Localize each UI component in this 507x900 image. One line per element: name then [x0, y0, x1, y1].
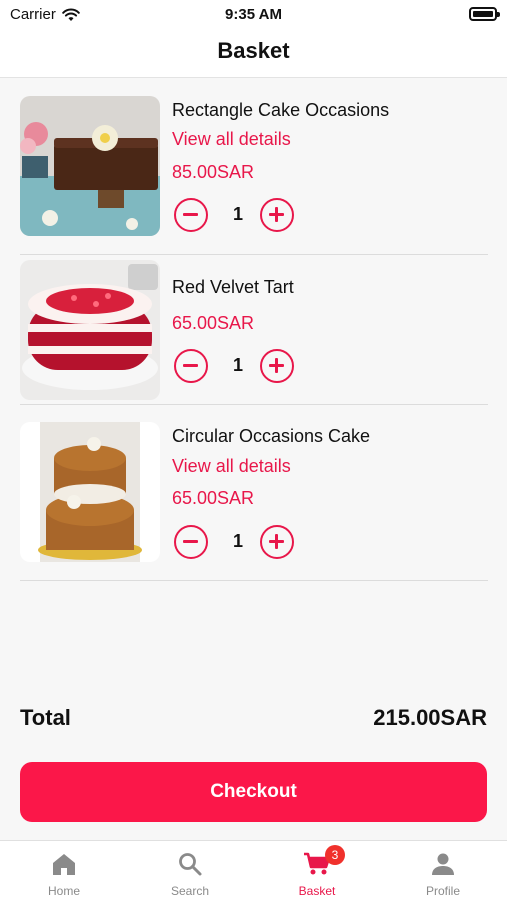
decrease-quantity-button[interactable] — [174, 525, 208, 559]
tab-home-icon-wrap — [1, 851, 127, 879]
basket-item: Rectangle Cake Occasions View all detail… — [20, 96, 488, 255]
page-title: Basket — [217, 38, 290, 63]
quantity-stepper: 1 — [172, 198, 302, 232]
battery-icon — [469, 7, 500, 21]
total-label: Total — [20, 705, 71, 730]
tab-bar: Home Search 3 Basket Profile — [0, 840, 507, 900]
minus-icon — [183, 540, 198, 543]
product-image[interactable] — [20, 96, 160, 236]
quantity-value: 1 — [232, 355, 243, 375]
minus-icon — [183, 213, 198, 216]
minus-icon — [183, 364, 198, 367]
search-icon — [179, 853, 202, 876]
tab-profile-icon-wrap — [380, 851, 506, 879]
item-name: Rectangle Cake Occasions — [172, 100, 390, 120]
tab-label: Basket — [298, 884, 336, 898]
increase-quantity-button[interactable] — [260, 198, 294, 232]
view-details-link[interactable]: View all details — [172, 129, 291, 150]
plus-icon-vertical — [275, 358, 278, 373]
item-name: Circular Occasions Cake — [172, 426, 371, 446]
tab-search-icon-wrap — [127, 851, 253, 879]
product-image[interactable] — [20, 260, 160, 400]
checkout-button[interactable]: Checkout — [20, 762, 487, 822]
quantity-value: 1 — [232, 531, 243, 551]
tab-label: Profile — [425, 884, 460, 898]
red-velvet-cake-photo — [20, 260, 160, 400]
tab-basket[interactable]: 3 Basket — [254, 841, 380, 900]
increase-quantity-button[interactable] — [260, 525, 294, 559]
quantity-value: 1 — [232, 204, 243, 224]
home-icon — [53, 854, 75, 875]
item-name: Red Velvet Tart — [172, 277, 294, 297]
basket-item: Circular Occasions Cake View all details… — [20, 422, 488, 581]
tab-search[interactable]: Search — [127, 841, 253, 900]
status-time: 9:35 AM — [225, 6, 282, 23]
tab-basket-icon-wrap — [254, 851, 380, 879]
quantity-stepper: 1 — [172, 525, 302, 559]
header: Basket — [0, 30, 507, 78]
decrease-quantity-button[interactable] — [174, 349, 208, 383]
rectangle-chocolate-cake-photo — [20, 96, 160, 236]
product-image[interactable] — [20, 422, 160, 562]
plus-icon-vertical — [275, 534, 278, 549]
increase-quantity-button[interactable] — [260, 349, 294, 383]
quantity-stepper: 1 — [172, 349, 302, 383]
tab-profile[interactable]: Profile — [380, 841, 506, 900]
person-icon — [432, 853, 454, 875]
tab-label: Home — [47, 884, 80, 898]
item-price: 85.00SAR — [172, 162, 255, 182]
plus-icon-vertical — [275, 207, 278, 222]
status-bar: Carrier 9:35 AM — [0, 0, 507, 30]
total-value: 215.00SAR — [373, 705, 487, 730]
view-details-link[interactable]: View all details — [172, 456, 291, 477]
cart-count-badge: 3 — [325, 845, 345, 865]
item-price: 65.00SAR — [172, 313, 255, 333]
decrease-quantity-button[interactable] — [174, 198, 208, 232]
basket-item: Red Velvet Tart 65.00SAR 1 — [20, 259, 488, 405]
item-price: 65.00SAR — [172, 488, 255, 508]
tab-label: Search — [170, 884, 210, 898]
tab-home[interactable]: Home — [1, 841, 127, 900]
caramel-round-cakes-photo — [20, 422, 160, 562]
